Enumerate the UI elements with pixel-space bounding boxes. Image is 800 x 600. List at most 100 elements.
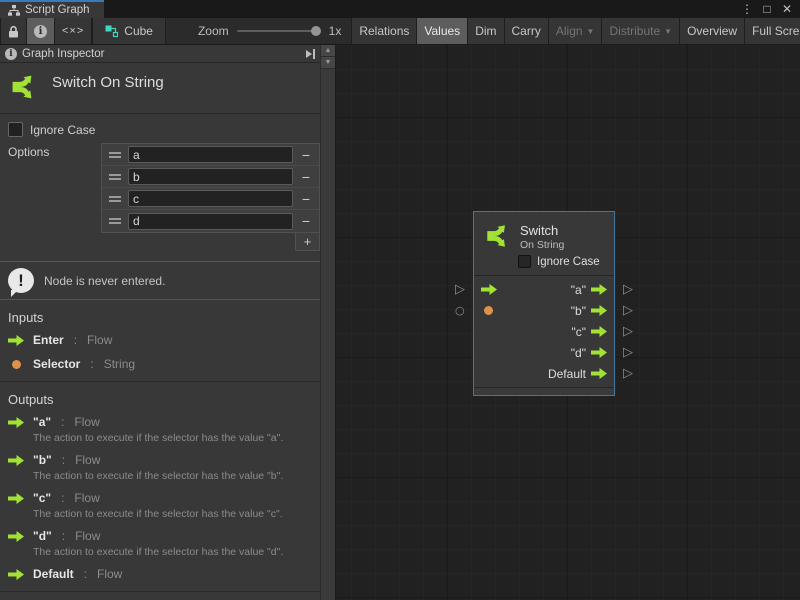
lock-button[interactable] bbox=[0, 18, 27, 44]
inspector-title: Graph Inspector bbox=[22, 48, 104, 60]
outputs-header: Outputs bbox=[0, 382, 320, 415]
close-icon[interactable]: ✕ bbox=[779, 2, 795, 16]
output-desc: The action to execute if the selector ha… bbox=[33, 508, 312, 520]
tab-label: Script Graph bbox=[25, 4, 90, 16]
drag-handle-icon[interactable] bbox=[102, 174, 128, 180]
node-header: Switch On String bbox=[474, 212, 614, 252]
out-connector-icon[interactable]: ▷ bbox=[623, 342, 633, 363]
selector-port-icon[interactable] bbox=[484, 306, 493, 315]
window-titlebar: Script Graph ⋮ □ ✕ bbox=[0, 0, 800, 18]
option-input[interactable] bbox=[128, 146, 293, 163]
zoom-slider-knob[interactable] bbox=[311, 26, 321, 36]
flow-arrow-icon[interactable] bbox=[591, 305, 607, 316]
drag-handle-icon[interactable] bbox=[102, 196, 128, 202]
enter-port-icon[interactable] bbox=[481, 284, 497, 295]
output-entry-default: Default:Flow bbox=[0, 567, 320, 581]
add-option-button[interactable]: + bbox=[295, 233, 320, 251]
maximize-icon[interactable]: □ bbox=[759, 2, 775, 16]
port-label-b: "b" bbox=[571, 304, 586, 318]
flow-arrow-icon[interactable] bbox=[591, 284, 607, 295]
node-ignore-case-checkbox[interactable] bbox=[518, 255, 531, 268]
flow-arrow-icon[interactable] bbox=[591, 326, 607, 337]
warning-text: Node is never entered. bbox=[44, 274, 165, 288]
port-type: Flow bbox=[75, 529, 100, 543]
toolbar-right-group: Relations Values Dim Carry Align ▼ Distr… bbox=[351, 18, 800, 44]
out-connector-icon[interactable]: ▷ bbox=[623, 363, 633, 384]
option-input[interactable] bbox=[128, 213, 293, 230]
options-row: Options − − bbox=[0, 143, 320, 251]
port-label-a: "a" bbox=[571, 283, 586, 297]
remove-option-button[interactable]: − bbox=[293, 213, 319, 229]
output-entry-c: "c":Flow bbox=[0, 491, 320, 505]
chevron-down-icon: ▼ bbox=[664, 27, 672, 36]
flow-arrow-icon bbox=[8, 493, 24, 504]
port-name: "c" bbox=[33, 491, 51, 505]
out-connector-icon[interactable]: ▷ bbox=[623, 279, 633, 300]
graph-hierarchy-icon bbox=[8, 5, 20, 16]
inspector-scrollbar[interactable]: ▲ ▼ bbox=[320, 45, 335, 600]
out-connector-icon[interactable]: ▷ bbox=[623, 321, 633, 342]
inspector-toggle-button[interactable]: i bbox=[27, 18, 55, 44]
zoom-control: Zoom 1x bbox=[188, 18, 351, 44]
port-label-default: Default bbox=[548, 367, 586, 381]
carry-label: Carry bbox=[512, 24, 541, 38]
ignore-case-checkbox[interactable] bbox=[8, 122, 23, 137]
node-title: Switch bbox=[520, 223, 564, 239]
scroll-down-icon[interactable]: ▼ bbox=[321, 57, 335, 69]
switch-on-string-node[interactable]: Switch On String Ignore Case ▷ "a" bbox=[473, 211, 615, 396]
option-row: − bbox=[102, 144, 319, 166]
node-footer bbox=[474, 387, 614, 395]
zoom-slider[interactable] bbox=[237, 30, 321, 32]
relations-button[interactable]: Relations bbox=[351, 18, 417, 44]
dim-button[interactable]: Dim bbox=[468, 18, 504, 44]
drag-handle-icon[interactable] bbox=[102, 152, 128, 158]
distribute-dropdown[interactable]: Distribute ▼ bbox=[602, 18, 680, 44]
input-entry-enter: Enter:Flow bbox=[0, 333, 320, 347]
option-input[interactable] bbox=[128, 190, 293, 207]
switch-unit-icon bbox=[8, 71, 40, 103]
output-entry-b: "b":Flow bbox=[0, 453, 320, 467]
overview-button[interactable]: Overview bbox=[680, 18, 745, 44]
graph-owner-button[interactable]: Cube bbox=[92, 18, 166, 44]
port-label-d: "d" bbox=[571, 346, 586, 360]
port-type: Flow bbox=[74, 491, 99, 505]
switch-unit-icon bbox=[484, 221, 512, 251]
selector-connector-icon[interactable]: ○ bbox=[455, 300, 465, 321]
flow-arrow-icon[interactable] bbox=[591, 347, 607, 358]
port-type: Flow bbox=[75, 453, 100, 467]
port-name: Default bbox=[33, 567, 74, 581]
values-button[interactable]: Values bbox=[417, 18, 468, 44]
port-name: Selector bbox=[33, 357, 80, 371]
output-desc: The action to execute if the selector ha… bbox=[33, 432, 312, 444]
option-input[interactable] bbox=[128, 168, 293, 185]
enter-connector-icon[interactable]: ▷ bbox=[455, 279, 465, 300]
output-entry-a: "a":Flow bbox=[0, 415, 320, 429]
align-dropdown[interactable]: Align ▼ bbox=[549, 18, 603, 44]
drag-handle-icon[interactable] bbox=[102, 218, 128, 224]
distribute-label: Distribute bbox=[609, 24, 660, 38]
carry-button[interactable]: Carry bbox=[505, 18, 549, 44]
info-icon: i bbox=[34, 25, 47, 38]
dim-label: Dim bbox=[475, 24, 496, 38]
out-connector-icon[interactable]: ▷ bbox=[623, 300, 633, 321]
window-menu-icon[interactable]: ⋮ bbox=[739, 2, 755, 16]
port-sep: : bbox=[74, 333, 77, 347]
port-name: "a" bbox=[33, 415, 51, 429]
remove-option-button[interactable]: − bbox=[293, 169, 319, 185]
zoom-value: 1x bbox=[329, 24, 342, 38]
fullscreen-button[interactable]: Full Screen bbox=[745, 18, 800, 44]
option-row: − bbox=[102, 188, 319, 210]
flow-arrow-icon[interactable] bbox=[591, 368, 607, 379]
graph-canvas[interactable]: Switch On String Ignore Case ▷ "a" bbox=[336, 45, 800, 600]
node-subtitle: On String bbox=[520, 239, 564, 252]
ignore-case-row: Ignore Case bbox=[0, 122, 320, 137]
output-desc: The action to execute if the selector ha… bbox=[33, 546, 312, 558]
code-preview-button[interactable]: <×> bbox=[55, 18, 92, 44]
tab-script-graph[interactable]: Script Graph bbox=[0, 0, 104, 18]
remove-option-button[interactable]: − bbox=[293, 147, 319, 163]
scroll-up-icon[interactable]: ▲ bbox=[321, 45, 335, 57]
port-label-c: "c" bbox=[571, 325, 586, 339]
dock-panel-icon[interactable] bbox=[306, 49, 315, 59]
remove-option-button[interactable]: − bbox=[293, 191, 319, 207]
port-name: Enter bbox=[33, 333, 64, 347]
